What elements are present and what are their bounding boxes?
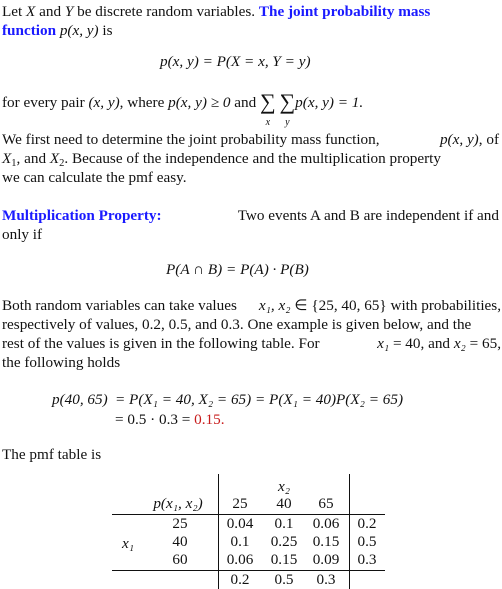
example-lhs: p(40, 65) (52, 391, 108, 408)
equation-multiplication: P(A ∩ B) = P(A) · P(B) (166, 261, 309, 278)
var-x: X (26, 3, 36, 20)
example-result: 0.15. (194, 411, 225, 428)
text: ∈ {25, 40, 65} with probabilities, (290, 297, 501, 314)
col-marginal: 0.2 (230, 571, 250, 588)
intro-text: be discrete random variables. (73, 3, 259, 20)
intro-text: and (35, 3, 65, 20)
para-3-line-3: rest of the values is given in the follo… (2, 334, 501, 353)
text: Two events A and B are independent if an… (237, 207, 499, 224)
text: , of (478, 131, 499, 148)
math-vars: x₁, x₂ (258, 297, 291, 314)
intro-line-2: function p(x, y) is (2, 21, 113, 40)
text: = 0.5 · 0.3 = (115, 411, 195, 428)
col-header: 25 (232, 495, 248, 512)
text: = 65, (465, 335, 501, 352)
equation-joint-pmf: p(x, y) = P(X = x, Y = y) (160, 53, 311, 70)
row-header: 40 (172, 533, 188, 550)
var-X2: X (49, 150, 60, 167)
text: We first need to determine the joint pro… (2, 131, 380, 148)
row-variable-label: x₁ (121, 535, 135, 552)
para-3: Both random variables can take values x₁… (2, 296, 501, 372)
table-cell: 0.1 (274, 515, 294, 532)
table-corner-label: p(x₁, x₂) (153, 495, 203, 512)
math-var: x₁ (377, 335, 390, 352)
col-header: 40 (276, 495, 292, 512)
math-inequality: p(x, y) ≥ 0 (168, 94, 231, 111)
mult-line-1: Multiplication Property: Two events A and… (2, 206, 499, 225)
col-header: 65 (318, 495, 334, 512)
para-3-line-1: Both random variables can take values x₁… (2, 296, 501, 315)
example-line-1: = P(X₁ = 40, X₂ = 65) = P(X₁ = 40)P(X₂ =… (115, 391, 404, 408)
para-2-line-3: we can calculate the pmf easy. (2, 169, 187, 186)
sigma-glyph: ∑ (279, 89, 296, 114)
intro-line-1: Let X and Y be discrete random variables… (2, 2, 430, 21)
row-marginal: 0.3 (357, 551, 377, 568)
mult-line-2: only if (2, 226, 43, 243)
text: . Because of the independence and the mu… (64, 150, 441, 167)
table-vline-right (349, 474, 350, 589)
table-cell: 0.06 (226, 551, 254, 568)
table-cell: 0.15 (312, 533, 340, 550)
table-cell: 0.06 (312, 515, 340, 532)
text: for every pair (2, 94, 89, 111)
math-func: p(x, y) (59, 22, 99, 39)
table-cell: 0.1 (230, 533, 250, 550)
table-cell: 0.09 (312, 551, 340, 568)
row-header: 25 (172, 515, 188, 532)
definition-highlight: function (2, 22, 57, 39)
col-marginal: 0.5 (274, 571, 294, 588)
text: = 40, and (389, 335, 454, 352)
table-cell: 0.15 (270, 551, 298, 568)
para-2-line-2: X1, and X2. Because of the independence … (2, 149, 499, 169)
para-3-line-4: the following holds (2, 354, 121, 371)
math-sum-expr: p(x, y) = 1. (295, 94, 364, 111)
text: , where (119, 94, 169, 111)
intro-text: Let (2, 3, 27, 20)
row-header: 60 (172, 551, 188, 568)
mult-property-title: Multiplication Property: (2, 207, 162, 224)
var-X1: X (2, 150, 12, 167)
sigma-glyph: ∑ (260, 89, 276, 114)
sum-symbol-x: ∑ x (260, 89, 276, 129)
col-marginal: 0.3 (316, 571, 336, 588)
para-2-line-1: We first need to determine the joint pro… (2, 130, 499, 149)
math-var: x₂ (453, 335, 466, 352)
table-cell: 0.25 (270, 533, 298, 550)
table-cell: 0.04 (226, 515, 254, 532)
text: and (230, 94, 260, 111)
mult-property: Multiplication Property: Two events A and… (2, 206, 499, 244)
math-pair: (x, y) (88, 94, 120, 111)
table-intro: The pmf table is (2, 446, 102, 463)
row-marginal: 0.2 (357, 515, 377, 532)
para-3-line-2: respectively of values, 0.2, 0.5, and 0.… (2, 316, 472, 333)
intro-text: is (98, 22, 113, 39)
sum-symbol-y: ∑ y (279, 89, 296, 129)
text: Both random variables can take values (2, 297, 237, 314)
definition-highlight: The joint probability mass (258, 3, 431, 20)
math-func: p(x, y) (439, 131, 479, 148)
table-vline-left (218, 474, 219, 589)
para-2: We first need to determine the joint pro… (2, 130, 499, 187)
text: , and (16, 150, 50, 167)
example-line-2: = 0.5 · 0.3 = 0.15. (115, 410, 225, 429)
condition-line: for every pair (x, y), where p(x, y) ≥ 0… (2, 89, 364, 129)
row-marginal: 0.5 (357, 533, 377, 550)
text: rest of the values is given in the follo… (2, 335, 320, 352)
